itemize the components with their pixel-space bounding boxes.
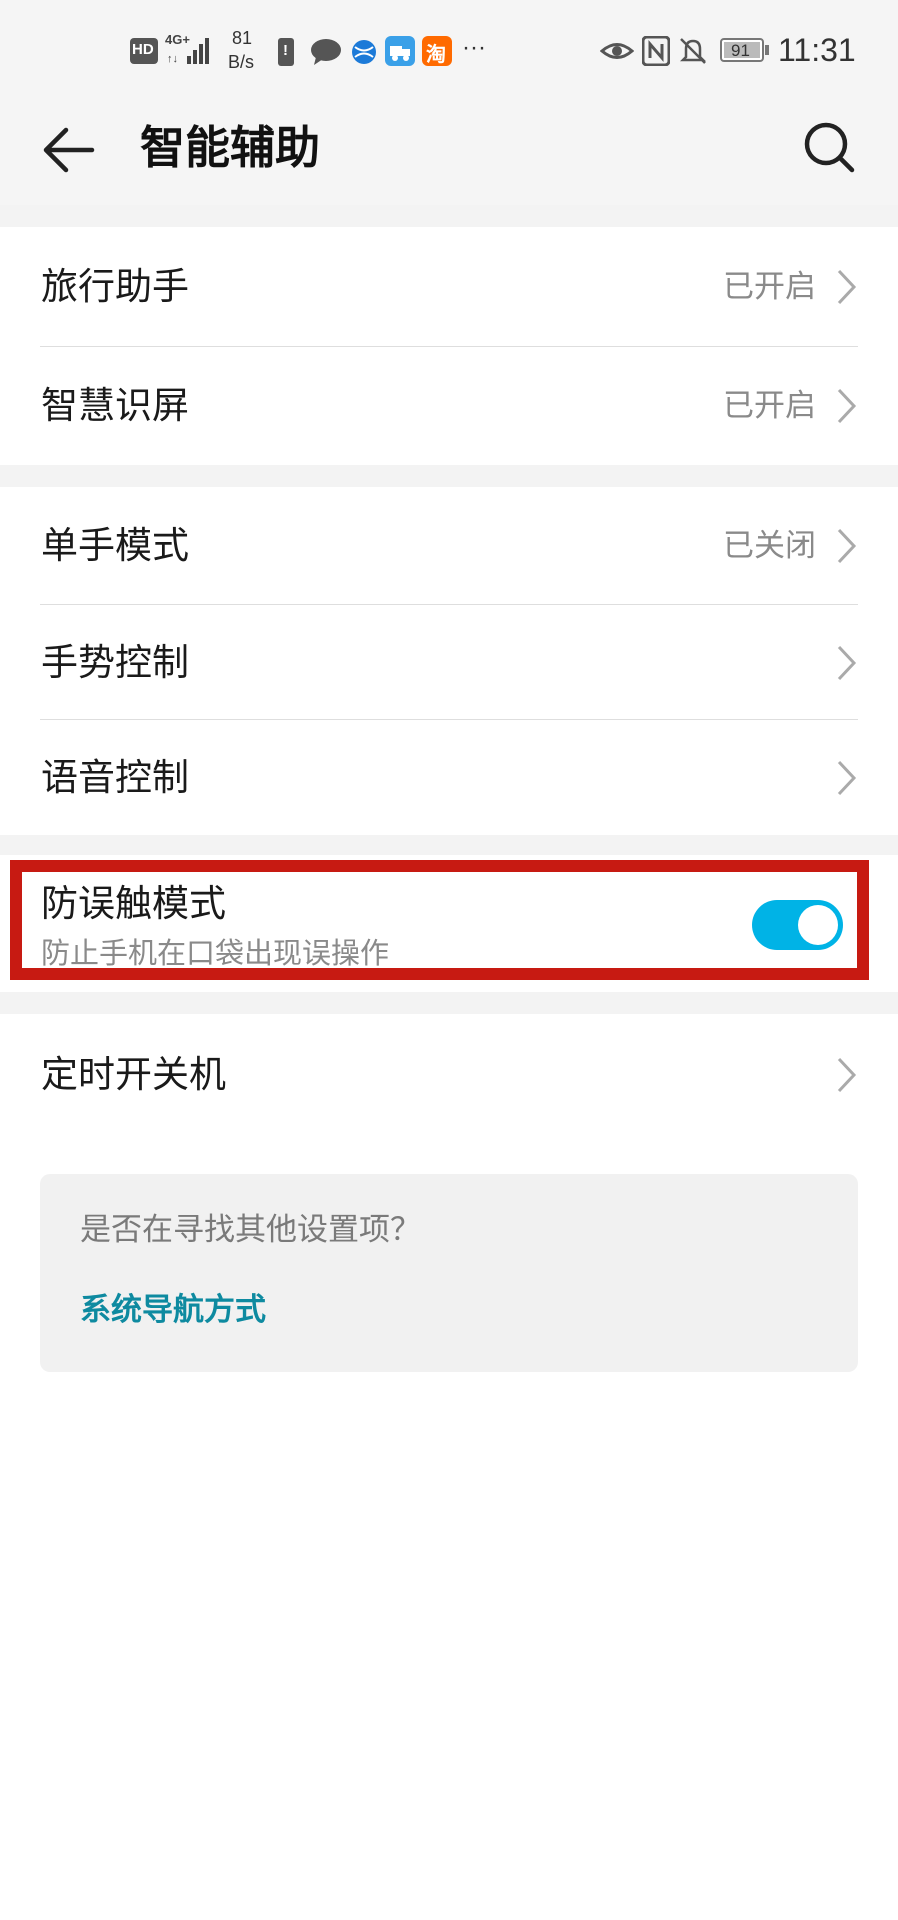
section-gap bbox=[0, 835, 898, 855]
system-navigation-link[interactable]: 系统导航方式 bbox=[80, 1290, 266, 1330]
app-bar: 智能辅助 bbox=[0, 100, 898, 205]
battery-alert-icon: ! bbox=[278, 38, 294, 66]
suggestion-question: 是否在寻找其他设置项？ bbox=[80, 1212, 421, 1248]
chevron-right-icon bbox=[837, 388, 857, 424]
list-item-label: 语音控制 bbox=[41, 756, 189, 799]
list-item-gesture-control[interactable]: 手势控制 bbox=[0, 605, 898, 720]
status-label: 已开启 bbox=[723, 269, 816, 305]
hd-icon: HD bbox=[130, 38, 158, 64]
back-arrow-icon[interactable] bbox=[40, 120, 100, 180]
list-item-label: 智慧识屏 bbox=[41, 384, 189, 427]
section-gap bbox=[0, 205, 898, 227]
list-item-voice-control[interactable]: 语音控制 bbox=[0, 720, 898, 835]
list-item-label: 旅行助手 bbox=[41, 265, 189, 308]
list-item-label: 定时开关机 bbox=[41, 1053, 226, 1096]
chevron-right-icon bbox=[837, 269, 857, 305]
list-item-label: 手势控制 bbox=[41, 641, 189, 684]
list-item-scheduled-power[interactable]: 定时开关机 bbox=[0, 1014, 898, 1134]
list-item-label: 单手模式 bbox=[41, 524, 189, 567]
chevron-right-icon bbox=[837, 528, 857, 564]
chevron-right-icon bbox=[837, 760, 857, 796]
mute-bell-icon bbox=[678, 36, 708, 66]
network-speed-value: 81 bbox=[232, 28, 253, 48]
section-gap bbox=[0, 465, 898, 487]
list-item-one-hand-mode[interactable]: 单手模式 已关闭 bbox=[0, 487, 898, 605]
browser-icon bbox=[350, 38, 378, 66]
network-speed-unit: B/s bbox=[228, 52, 255, 72]
clock: 11:31 bbox=[778, 32, 856, 68]
signal-icon: 4G+ ↑↓ bbox=[165, 32, 217, 68]
list-item-travel-assistant[interactable]: 旅行助手 已开启 bbox=[0, 227, 898, 347]
message-icon bbox=[310, 38, 342, 66]
nfc-icon bbox=[641, 35, 671, 67]
battery-level: 91 bbox=[731, 41, 750, 60]
highlight-box bbox=[10, 860, 869, 980]
search-icon[interactable] bbox=[800, 118, 860, 178]
battery-icon: 91 bbox=[720, 38, 770, 64]
status-label: 已开启 bbox=[723, 388, 816, 424]
chevron-right-icon bbox=[837, 645, 857, 681]
page-title: 智能辅助 bbox=[140, 121, 321, 174]
status-bar: HD 4G+ ↑↓ 81 B/s ! 淘 ··· 91 11:31 bbox=[0, 0, 898, 100]
eye-icon bbox=[599, 38, 635, 64]
more-notifications: ··· bbox=[462, 34, 486, 61]
delivery-icon bbox=[385, 36, 415, 66]
list-item-smart-screen[interactable]: 智慧识屏 已开启 bbox=[0, 347, 898, 465]
section-gap bbox=[0, 992, 898, 1014]
svg-text:↑↓: ↑↓ bbox=[167, 53, 178, 65]
taobao-icon: 淘 bbox=[422, 36, 452, 66]
status-label: 已关闭 bbox=[723, 528, 816, 564]
chevron-right-icon bbox=[837, 1057, 857, 1093]
suggestion-card: 是否在寻找其他设置项？ 系统导航方式 bbox=[40, 1174, 858, 1372]
